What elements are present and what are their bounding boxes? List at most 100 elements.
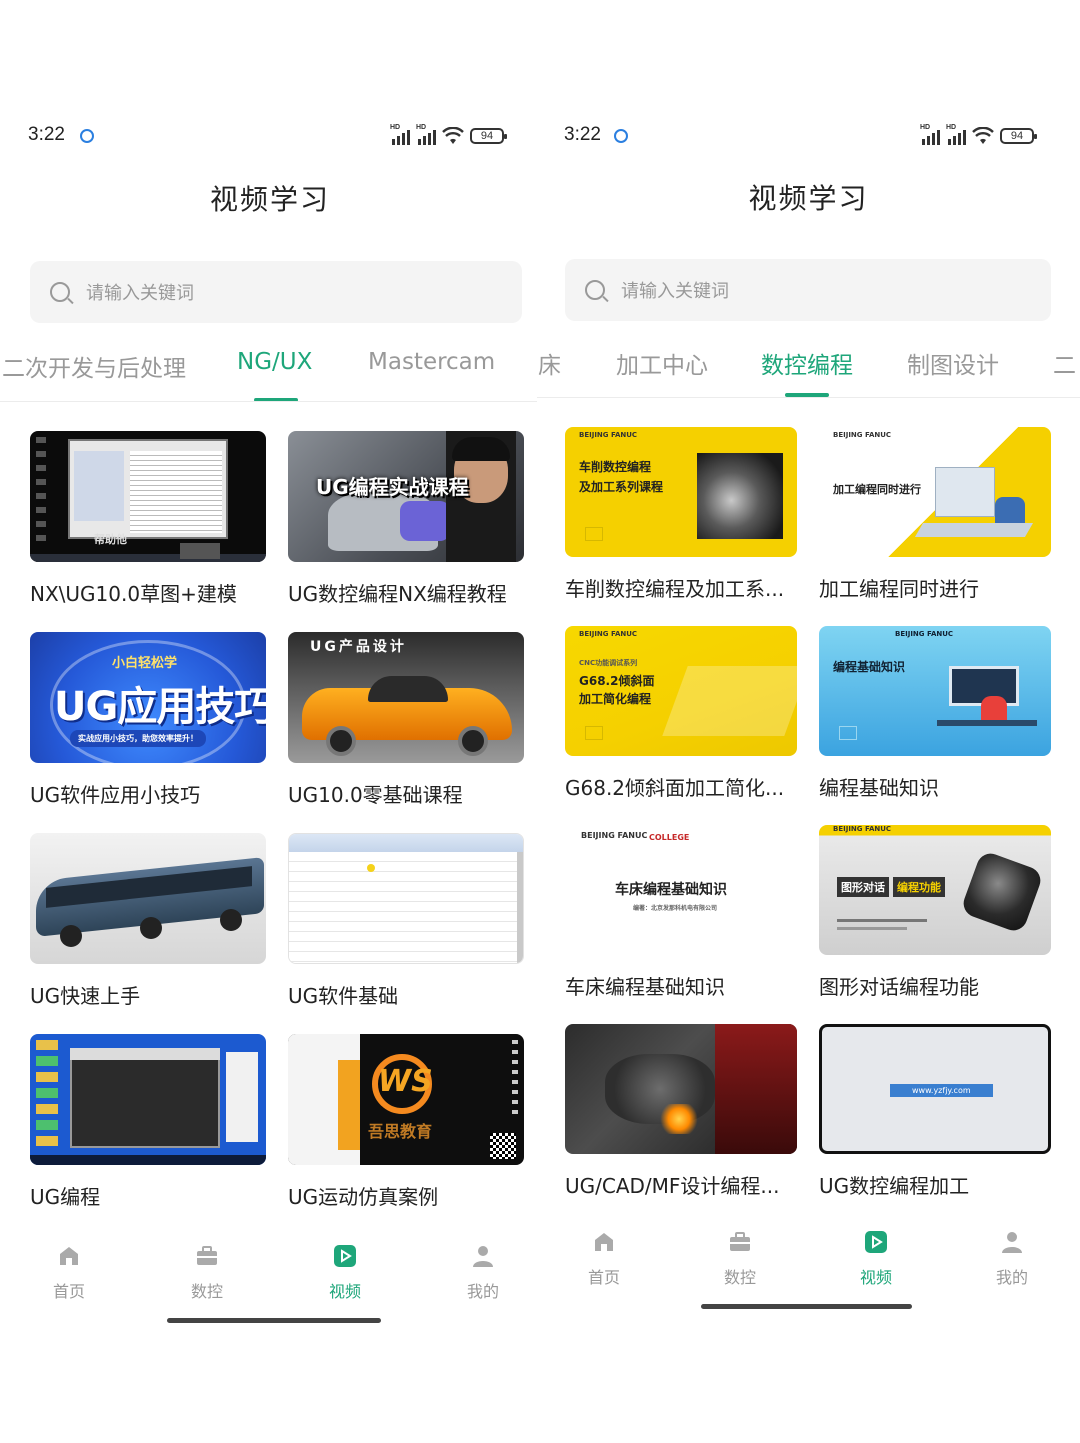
search-icon (50, 282, 70, 302)
video-card[interactable]: BEIJING FANUC 加工编程同时进行 加工编程同时进行 (819, 427, 1051, 602)
signal-icon: HD (920, 124, 940, 145)
video-card[interactable]: BEIJING FANUC CNC功能调试系列 G68.2倾斜面 加工简化编程 … (565, 626, 797, 801)
brand-logo: BEIJING FANUC (579, 630, 638, 638)
video-title: 车床编程基础知识 (565, 975, 725, 999)
divider (537, 397, 1080, 398)
brand-logo: BEIJING FANUC (579, 431, 638, 439)
video-card[interactable]: www.yzfjy.com UG数控编程加工 (819, 1024, 1051, 1199)
thumbnail-text: UG产品设计 (310, 639, 407, 655)
thumbnail-text: www.yzfjy.com (890, 1084, 993, 1097)
search-input[interactable]: 请输入关键词 (565, 259, 1051, 321)
video-card[interactable]: BEIJING FANUC 图形对话 编程功能 图形对话编程功能 (819, 825, 1051, 1000)
category-tabs: 二次开发与后处理 NG/UX Mastercam (0, 349, 540, 419)
person-icon (473, 1246, 493, 1267)
nav-home[interactable]: 首页 (564, 1230, 644, 1288)
video-thumbnail[interactable]: 小白轻松学 UG应用技巧 实战应用小技巧，助您效率提升！ (30, 632, 266, 763)
search-input[interactable]: 请输入关键词 (30, 261, 522, 323)
video-thumbnail[interactable] (30, 1034, 266, 1165)
video-title: UG快速上手 (30, 984, 141, 1008)
video-thumbnail[interactable]: BEIJING FANUC CNC功能调试系列 G68.2倾斜面 加工简化编程 (565, 626, 797, 756)
logo-letters: WS (378, 1064, 433, 1099)
nav-me[interactable]: 我的 (972, 1230, 1052, 1288)
toolbox-icon (730, 1232, 750, 1251)
video-title: UG10.0零基础课程 (288, 783, 463, 807)
video-thumbnail[interactable] (565, 1024, 797, 1154)
video-title: UG软件基础 (288, 984, 399, 1008)
left-phone-screen: 3:22 HD HD 94 视频学习 请输入关键词 二次开发与后处理 NG/UX… (0, 0, 540, 1443)
video-card[interactable]: BEIJING FANUC COLLEGE 车床编程基础知识 编著：北京发那科机… (565, 825, 797, 1000)
bottom-nav: 首页 数控 视频 我的 (537, 1230, 1080, 1300)
video-thumbnail[interactable] (30, 833, 266, 964)
video-thumbnail[interactable]: WS 吾思教育 (288, 1034, 524, 1165)
nav-video[interactable]: 视频 (305, 1244, 385, 1302)
search-icon (585, 280, 605, 300)
tab-more[interactable]: 二 (1053, 346, 1076, 380)
video-title: G68.2倾斜面加工简化... (565, 776, 785, 800)
video-card[interactable]: 小白轻松学 UG应用技巧 实战应用小技巧，助您效率提升！ UG软件应用小技巧 (30, 632, 266, 808)
thumbnail-text: 加工编程同时进行 (833, 483, 921, 496)
video-thumbnail[interactable]: BEIJING FANUC 编程基础知识 (819, 626, 1051, 756)
video-thumbnail[interactable]: www.yzfjy.com (819, 1024, 1051, 1154)
video-thumbnail[interactable]: UG编程实战课程 (288, 431, 524, 562)
home-indicator[interactable] (701, 1304, 912, 1309)
video-thumbnail[interactable]: 帮助他 (30, 431, 266, 562)
tab-ng-ux[interactable]: NG/UX (237, 349, 312, 375)
sync-icon (80, 129, 94, 143)
video-icon (334, 1245, 356, 1267)
thumbnail-text: 车削数控编程 及加工系列课程 (579, 460, 664, 494)
video-thumbnail[interactable]: BEIJING FANUC COLLEGE 车床编程基础知识 编著：北京发那科机… (565, 825, 797, 955)
signal-icon: HD (390, 124, 410, 145)
tab-lathe[interactable]: 床 (538, 346, 561, 380)
college-logo: COLLEGE (649, 833, 690, 842)
thumbnail-text: UG编程实战课程 (316, 475, 469, 499)
video-thumbnail[interactable]: BEIJING FANUC 车削数控编程 及加工系列课程 (565, 427, 797, 557)
tab-drafting-design[interactable]: 制图设计 (907, 346, 999, 380)
nav-home[interactable]: 首页 (29, 1244, 109, 1302)
nav-label: 数控 (190, 1282, 223, 1301)
brand-logo: BEIJING FANUC (895, 630, 954, 638)
tab-mastercam[interactable]: Mastercam (368, 349, 495, 375)
home-indicator[interactable] (167, 1318, 381, 1323)
nav-cnc[interactable]: 数控 (700, 1230, 780, 1288)
video-card[interactable]: UG编程实战课程 UG数控编程NX编程教程 (288, 431, 524, 607)
thumbnail-text: 编程基础知识 (833, 660, 906, 674)
search-placeholder: 请输入关键词 (621, 281, 729, 302)
thumbnail-text: G68.2倾斜面 加工简化编程 (579, 674, 655, 706)
signal-icon: HD (416, 124, 436, 145)
tab-secondary-dev[interactable]: 二次开发与后处理 (2, 349, 186, 383)
nav-video[interactable]: 视频 (836, 1230, 916, 1288)
toolbox-icon (197, 1246, 217, 1265)
nav-label: 数控 (723, 1268, 756, 1287)
nav-cnc[interactable]: 数控 (167, 1244, 247, 1302)
video-title: 图形对话编程功能 (819, 975, 979, 999)
video-card[interactable]: 帮助他 NX\UG10.0草图+建模 (30, 431, 266, 607)
video-thumbnail[interactable] (288, 833, 524, 964)
status-icons: HD HD 94 (390, 124, 507, 146)
video-card[interactable]: BEIJING FANUC 编程基础知识 编程基础知识 (819, 626, 1051, 801)
nav-label: 我的 (466, 1282, 499, 1301)
person-icon (1002, 1232, 1022, 1253)
video-card[interactable]: WS 吾思教育 UG运动仿真案例 (288, 1034, 524, 1210)
page-title: 视频学习 (748, 182, 869, 215)
tab-machining-center[interactable]: 加工中心 (616, 346, 708, 380)
thumbnail-banner: 实战应用小技巧，助您效率提升！ (70, 730, 206, 747)
video-title: NX\UG10.0草图+建模 (30, 582, 237, 606)
video-card[interactable]: UG产品设计 UG10.0零基础课程 (288, 632, 524, 808)
nav-label: 视频 (328, 1282, 361, 1301)
video-title: UG/CAD/MF设计编程... (565, 1174, 780, 1198)
video-thumbnail[interactable]: BEIJING FANUC 图形对话 编程功能 (819, 825, 1051, 955)
video-card[interactable]: UG编程 (30, 1034, 266, 1210)
video-card[interactable]: UG/CAD/MF设计编程... (565, 1024, 797, 1199)
video-thumbnail[interactable]: UG产品设计 (288, 632, 524, 763)
video-title: UG运动仿真案例 (288, 1185, 439, 1209)
nav-me[interactable]: 我的 (443, 1244, 523, 1302)
thumbnail-text: 帮助他 (94, 533, 127, 546)
video-card[interactable]: BEIJING FANUC 车削数控编程 及加工系列课程 车削数控编程及加工系.… (565, 427, 797, 602)
video-card[interactable]: UG快速上手 (30, 833, 266, 1009)
video-title: 编程基础知识 (819, 776, 939, 800)
thumbnail-text: 图形对话 (837, 877, 889, 897)
video-card[interactable]: UG软件基础 (288, 833, 524, 1009)
video-thumbnail[interactable]: BEIJING FANUC 加工编程同时进行 (819, 427, 1051, 557)
status-bar: 3:22 HD HD 94 (0, 124, 540, 154)
tab-cnc-programming[interactable]: 数控编程 (761, 346, 853, 380)
